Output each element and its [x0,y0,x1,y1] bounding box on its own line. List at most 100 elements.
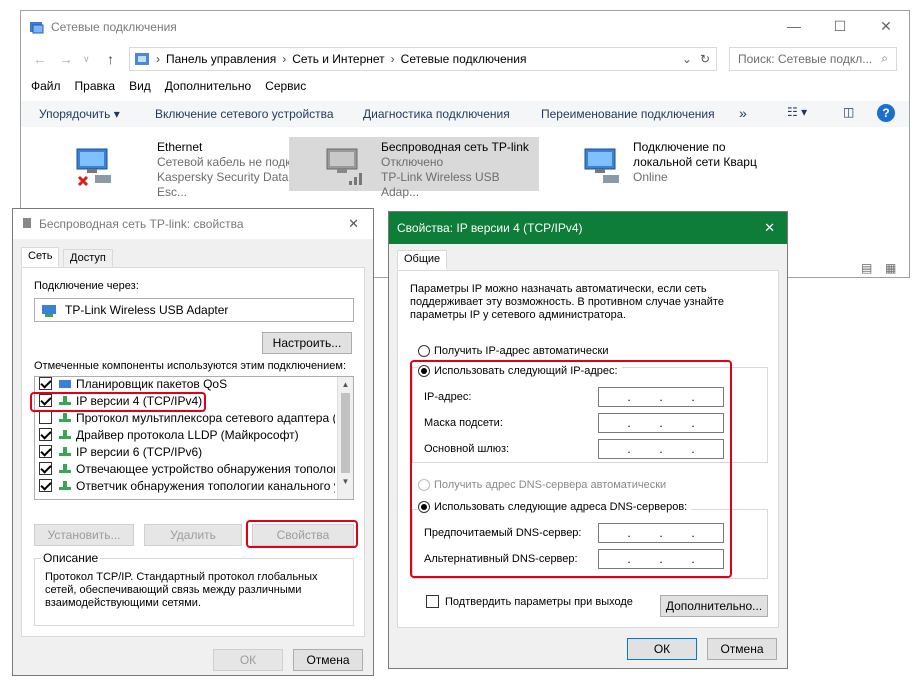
cancel-button[interactable]: Отмена [293,649,363,671]
connection-ethernet[interactable]: Ethernet Сетевой кабель не подкл... Kasp… [65,137,315,199]
search-placeholder: Поиск: Сетевые подкл... [738,52,873,66]
network-adapter-icon [584,148,619,183]
connect-via-label: Подключение через: [34,280,139,292]
checkbox[interactable] [39,479,52,492]
tab-sharing[interactable]: Доступ [63,249,113,269]
scroll-down-icon[interactable]: ▼ [338,477,353,486]
description-label: Описание [41,551,101,565]
dialog-titlebar: Беспроводная сеть TP-link: свойства ✕ [13,209,373,239]
details-view-icon[interactable]: ▤ [861,261,872,275]
scrollbar-thumb[interactable] [341,393,350,473]
search-input[interactable]: Поиск: Сетевые подкл... ⌕ [729,47,897,71]
protocol-icon [59,446,71,456]
intro-text: Параметры IP можно назначать автоматичес… [410,283,724,321]
checkbox[interactable] [39,445,52,458]
checkbox[interactable] [39,411,52,424]
refresh-icon[interactable]: ↻ [700,52,710,66]
chevron-right-icon: › [282,52,287,66]
ok-button[interactable]: ОК [213,649,283,671]
control-panel-icon [135,53,149,65]
description-text: Протокол TCP/IP. Стандартный протокол гл… [45,571,318,609]
qos-icon [59,379,71,388]
network-card-icon [42,305,56,317]
wireless-adapter-icon [326,148,362,185]
list-item[interactable]: Ответчик обнаружения топологии канальног… [39,477,335,494]
rename-button[interactable]: Переименование подключения [541,107,715,121]
connection-name: Беспроводная сеть TP-link [381,140,529,154]
menu-bar: Файл Правка Вид Дополнительно Сервис [31,79,320,93]
diagnose-button[interactable]: Диагностика подключения [363,107,510,121]
auto-ip-label: Получить IP-адрес автоматически [434,345,609,357]
checkbox[interactable] [39,428,52,441]
preview-pane-icon[interactable]: ◫ [843,105,854,119]
menu-file[interactable]: Файл [31,79,61,93]
cancel-button[interactable]: Отмена [707,638,777,660]
dialog-title: Свойства: IP версии 4 (TCP/IPv4) [397,221,583,235]
radio[interactable] [418,345,430,357]
back-arrow-icon[interactable]: ← [33,51,47,67]
tiles-view-icon[interactable]: ▦ [885,261,896,275]
organize-button[interactable]: Упорядочить ▾ [39,107,120,121]
validate-option[interactable]: Подтвердить параметры при выходе [426,595,633,608]
list-scrollbar[interactable]: ▲ ▼ [337,377,353,499]
explorer-titlebar: Сетевые подключения — ☐ ✕ [21,11,909,43]
connection-name-line2: локальной сети Кварц [633,155,757,169]
component-label: Драйвер протокола LLDP (Майкрософт) [76,427,299,442]
connection-device: TP-Link Wireless USB Adap... [381,170,500,199]
install-button[interactable]: Установить... [34,524,134,546]
minimize-button[interactable]: — [771,11,817,41]
connection-status: Online [633,170,668,184]
auto-ip-option[interactable]: Получить IP-адрес автоматически [418,345,608,357]
connection-name: Подключение по [633,140,726,154]
highlight-manual-settings [410,360,732,578]
list-item[interactable]: IP версии 6 (TCP/IPv6) [39,443,335,460]
list-item[interactable]: Отвечающее устройство обнаружения тополо… [39,460,335,477]
command-bar: Упорядочить ▾ Включение сетевого устройс… [21,101,909,127]
adapter-properties-dialog: Беспроводная сеть TP-link: свойства ✕ Се… [12,208,374,676]
checkbox[interactable] [426,595,439,608]
scroll-up-icon[interactable]: ▲ [338,380,353,389]
chevron-down-icon[interactable]: ⌄ [682,52,692,66]
search-icon: ⌕ [881,51,888,65]
chevron-right-icon: › [390,52,395,66]
network-icon [23,218,31,228]
advanced-button[interactable]: Дополнительно... [660,595,768,617]
close-button[interactable]: ✕ [863,11,909,41]
component-label: Ответчик обнаружения топологии канальног… [76,478,335,493]
recent-dropdown-icon[interactable]: ∨ [83,54,90,65]
tab-general[interactable]: Общие [397,250,448,270]
connection-local-kvarts[interactable]: Подключение по локальной сети Кварц Onli… [573,137,793,191]
more-commands-button[interactable]: » [739,105,747,121]
tab-network[interactable]: Сеть [21,247,60,267]
address-bar[interactable]: › Панель управления › Сеть и Интернет › … [129,47,717,71]
list-item[interactable]: Драйвер протокола LLDP (Майкрософт) [39,426,335,443]
menu-view[interactable]: Вид [129,79,151,93]
protocol-icon [59,480,71,490]
close-button[interactable]: ✕ [348,216,359,232]
component-label: IP версии 6 (TCP/IPv6) [76,444,203,459]
breadcrumb-item[interactable]: Панель управления [166,52,276,66]
forward-arrow-icon[interactable]: → [59,51,73,67]
configure-button[interactable]: Настроить... [262,332,352,354]
up-arrow-icon[interactable]: ↑ [107,51,114,67]
ok-button[interactable]: ОК [627,638,697,660]
explorer-title: Сетевые подключения [51,20,177,34]
view-options-icon[interactable]: ☷ ▾ [787,105,807,119]
breadcrumb-item[interactable]: Сеть и Интернет [292,52,384,66]
breadcrumb-item[interactable]: Сетевые подключения [401,52,527,66]
menu-edit[interactable]: Правка [75,79,116,93]
list-item[interactable]: Планировщик пакетов QoS [39,377,335,392]
checkbox[interactable] [39,377,52,390]
checkbox[interactable] [39,462,52,475]
close-button[interactable]: ✕ [764,220,775,236]
help-icon[interactable]: ? [877,104,895,122]
menu-service[interactable]: Сервис [265,79,306,93]
enable-device-button[interactable]: Включение сетевого устройства [155,107,334,121]
menu-advanced[interactable]: Дополнительно [165,79,251,93]
dialog-title: Беспроводная сеть TP-link: свойства [39,217,244,231]
connection-wireless-tplink[interactable]: Беспроводная сеть TP-link Отключено TP-L… [289,137,539,199]
maximize-button[interactable]: ☐ [817,11,863,41]
components-label: Отмеченные компоненты используются этим … [34,360,347,372]
network-adapter-disconnected-icon [76,148,111,187]
remove-button[interactable]: Удалить [144,524,242,546]
